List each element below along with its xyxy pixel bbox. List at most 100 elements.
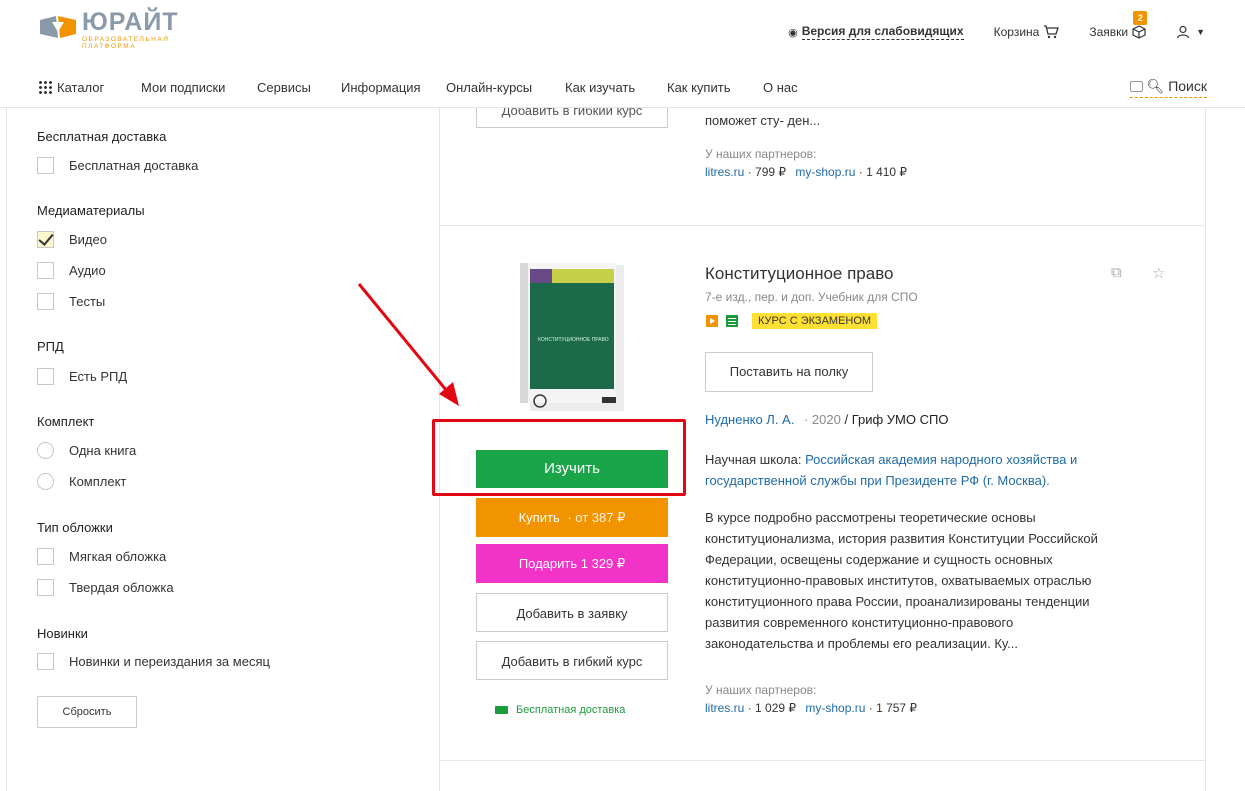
filter-option-label: Тесты <box>69 294 106 309</box>
filter-group-title: РПД <box>37 339 64 354</box>
add-to-shelf-button[interactable]: Поставить на полку <box>705 352 873 392</box>
description-line: конституционализма, история развития Кон… <box>705 531 1098 546</box>
divider <box>440 760 1205 761</box>
nav-info[interactable]: Информация <box>341 80 421 95</box>
prev-add-flex-course-button[interactable]: Добавить в гибкий курс <box>476 108 668 128</box>
prev-description-tail: поможет сту- ден... <box>705 113 821 128</box>
free-delivery-label: Бесплатная доставка <box>516 704 626 716</box>
low-vision-label: Версия для слабовидящих <box>801 24 964 40</box>
checkbox[interactable] <box>37 157 54 174</box>
nav-about[interactable]: О нас <box>763 80 798 95</box>
checkbox[interactable] <box>37 653 54 670</box>
search-button[interactable]: 🔍︎ Поиск <box>1129 78 1207 98</box>
nav-online-courses[interactable]: Онлайн-курсы <box>446 80 532 95</box>
partner-link-litres[interactable]: litres.ru <box>705 165 744 179</box>
book-year: · 2020 <box>803 412 841 427</box>
filter-new-releases[interactable]: Новинки и переиздания за месяц <box>37 653 270 670</box>
partner-price: · 1 757 ₽ <box>868 701 918 715</box>
prev-partners: litres.ru · 799 ₽ my-shop.ru · 1 410 ₽ <box>705 162 907 183</box>
filter-soft-cover[interactable]: Мягкая обложка <box>37 548 166 565</box>
divider <box>440 225 1205 226</box>
free-delivery-note: Бесплатная доставка <box>495 704 625 716</box>
book-description: В курсе подробно рассмотрены теоретическ… <box>705 507 1098 654</box>
logo[interactable]: ЮРАЙТ ОБРАЗОВАТЕЛЬНАЯ ПЛАТФОРМА <box>38 8 179 50</box>
filters-sidebar: Бесплатная доставка Бесплатная доставка … <box>0 108 440 791</box>
filter-option-label: Новинки и переиздания за месяц <box>69 654 270 669</box>
annotation-arrow <box>357 283 459 406</box>
filter-kit[interactable]: Комплект <box>37 473 126 490</box>
chat-icon <box>1129 81 1143 92</box>
filter-audio[interactable]: Аудио <box>37 262 106 279</box>
partner-link-myshop[interactable]: my-shop.ru <box>805 701 865 715</box>
filter-single-book[interactable]: Одна книга <box>37 442 136 459</box>
cart-link[interactable]: Корзина <box>994 25 1060 39</box>
logo-word: ЮРАЙТ <box>82 8 179 36</box>
truck-icon <box>495 706 508 714</box>
copy-icon[interactable]: ⧉ <box>1111 264 1122 281</box>
nav-how-to-study[interactable]: Как изучать <box>565 80 635 95</box>
checkbox[interactable] <box>37 262 54 279</box>
buy-button[interactable]: Купить · от 387 ₽ <box>476 498 668 537</box>
book-title[interactable]: Конституционное право <box>705 264 894 284</box>
cart-icon <box>1044 25 1060 39</box>
checkbox[interactable] <box>37 368 54 385</box>
search-label: Поиск <box>1168 78 1207 94</box>
school-line-2[interactable]: государственной службы при Президенте РФ… <box>705 470 1050 491</box>
box-icon <box>1132 25 1146 39</box>
chevron-down-icon: ▼ <box>1196 27 1205 37</box>
checkbox-checked[interactable] <box>37 231 54 248</box>
school-label: Научная школа: <box>705 452 802 467</box>
filter-free-delivery[interactable]: Бесплатная доставка <box>37 157 198 174</box>
school-line-1: Научная школа: Российская академия народ… <box>705 449 1077 470</box>
author-link[interactable]: Нудненко Л. А. <box>705 412 794 427</box>
filter-video[interactable]: Видео <box>37 231 107 248</box>
reset-button[interactable]: Сбросить <box>37 696 137 728</box>
book-meta: Нудненко Л. А. · 2020 / Гриф УМО СПО <box>705 409 948 430</box>
filter-option-label: Комплект <box>69 474 127 489</box>
nav-services[interactable]: Сервисы <box>257 80 311 95</box>
partners: litres.ru · 1 029 ₽ my-shop.ru · 1 757 ₽ <box>705 698 917 719</box>
eye-icon: ◉ <box>788 26 798 39</box>
user-icon <box>1176 25 1190 39</box>
low-vision-link[interactable]: ◉ Версия для слабовидящих <box>788 24 964 40</box>
checkbox[interactable] <box>37 293 54 310</box>
checkbox[interactable] <box>37 548 54 565</box>
filter-group-title: Медиаматериалы <box>37 203 145 218</box>
top-actions: ◉ Версия для слабовидящих Корзина Заявки… <box>758 11 1205 44</box>
nav-catalog-label: Каталог <box>57 80 105 95</box>
filter-rpd[interactable]: Есть РПД <box>37 368 127 385</box>
requests-link[interactable]: Заявки 2 <box>1089 11 1148 39</box>
add-to-flex-course-button[interactable]: Добавить в гибкий курс <box>476 641 668 680</box>
logo-icon <box>40 16 76 38</box>
partner-link-myshop[interactable]: my-shop.ru <box>795 165 855 179</box>
filter-option-label: Есть РПД <box>69 369 128 384</box>
filter-option-label: Аудио <box>69 263 106 278</box>
nav-catalog[interactable]: Каталог <box>38 80 104 95</box>
description-line: развития современного конституционно-пра… <box>705 615 1014 630</box>
search-icon: 🔍︎ <box>1146 78 1165 94</box>
grid-icon <box>38 80 52 94</box>
book-subtitle: 7-е изд., пер. и доп. Учебник для СПО <box>705 290 918 304</box>
nav-subscriptions[interactable]: Мои подписки <box>141 80 225 95</box>
requests-count-badge: 2 <box>1133 11 1148 25</box>
checkbox[interactable] <box>37 579 54 596</box>
user-menu[interactable]: ▼ <box>1176 25 1205 39</box>
school-link[interactable]: Российская академия народного хозяйства … <box>805 452 1077 467</box>
description-line: законодательства и проблемы его реализац… <box>705 636 1018 651</box>
radio[interactable] <box>37 473 54 490</box>
add-to-request-button[interactable]: Добавить в заявку <box>476 593 668 632</box>
radio[interactable] <box>37 442 54 459</box>
filter-hard-cover[interactable]: Твердая обложка <box>37 579 174 596</box>
divider <box>6 108 7 791</box>
gift-button[interactable]: Подарить 1 329 ₽ <box>476 544 668 583</box>
book-cover[interactable]: КОНСТИТУЦИОННОЕ ПРАВО <box>520 263 624 411</box>
nav-how-to-buy[interactable]: Как купить <box>667 80 730 95</box>
filter-tests[interactable]: Тесты <box>37 293 105 310</box>
filter-option-label: Бесплатная доставка <box>69 158 199 173</box>
divider <box>1205 108 1206 791</box>
logo-subtitle: ОБРАЗОВАТЕЛЬНАЯ ПЛАТФОРМА <box>82 36 170 50</box>
cart-label: Корзина <box>993 25 1040 39</box>
star-icon[interactable]: ☆ <box>1152 264 1165 282</box>
top-bar: ЮРАЙТ ОБРАЗОВАТЕЛЬНАЯ ПЛАТФОРМА ◉ Версия… <box>0 0 1245 68</box>
partner-link-litres[interactable]: litres.ru <box>705 701 744 715</box>
